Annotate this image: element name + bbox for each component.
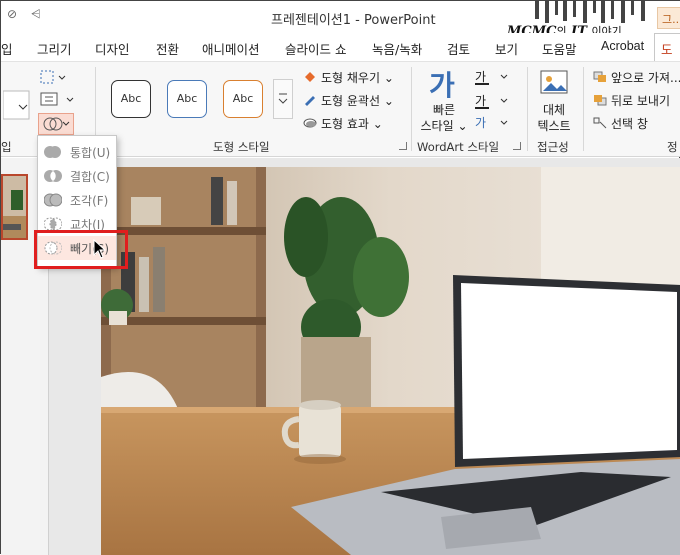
merge-union-item[interactable]: 통합(U) [38, 140, 116, 164]
slide-thumbnail[interactable] [1, 174, 28, 240]
shape-style-blue[interactable]: Abc [167, 80, 207, 118]
ribbon-tabs: 입 그리기 디자인 전환 애니메이션 슬라이드 쇼 녹음/녹화 검토 보기 도움… [1, 33, 680, 61]
tab-view[interactable]: 보기 [495, 39, 518, 58]
wordart-launcher[interactable] [513, 142, 521, 150]
alt-text-icon[interactable] [539, 69, 571, 99]
tab-shape-format[interactable]: 도 [654, 33, 680, 61]
shape-effects-icon [303, 118, 317, 128]
mouse-cursor-icon [93, 239, 107, 259]
svg-text:가: 가 [475, 94, 486, 108]
slide-thumbnail-image [3, 176, 26, 238]
pen-icon [305, 96, 315, 106]
send-backward-button[interactable]: 뒤로 보내기 [593, 92, 670, 109]
combine-icon [44, 170, 62, 182]
group-label-arrange: 정 [667, 140, 678, 154]
group-label-insert-shapes: 입 [1, 140, 12, 154]
shape-outline-button[interactable]: 도형 윤곽선 ⌄ [303, 92, 394, 109]
contextual-tab-header[interactable]: 그... [657, 7, 680, 29]
text-format-icons[interactable]: 가 가 가 [473, 69, 513, 133]
group-separator [583, 67, 584, 151]
group-separator [411, 67, 412, 151]
merge-combine-item[interactable]: 결합(C) [38, 164, 116, 188]
shape-effects-button[interactable]: 도형 효과 ⌄ [303, 115, 383, 132]
selection-pane-icon [593, 117, 607, 129]
union-icon [44, 146, 61, 158]
slide-canvas[interactable] [101, 167, 680, 555]
tab-insert[interactable]: 입 [1, 39, 13, 58]
tab-transitions[interactable]: 전환 [156, 39, 179, 58]
tab-acrobat[interactable]: Acrobat [601, 39, 644, 53]
merge-shapes-icon [43, 117, 70, 131]
wordart-quick-styles-label[interactable]: 빠른 스타일 ⌄ [417, 102, 471, 134]
slide-photo-laptop-desk [101, 167, 680, 555]
merge-fragment-item[interactable]: 조각(F) [38, 188, 116, 212]
send-backward-icon [594, 95, 607, 106]
group-label-accessibility: 접근성 [537, 140, 569, 154]
group-label-wordart: WordArt 스타일 [417, 140, 500, 154]
group-label-shape-styles: 도형 스타일 [213, 140, 270, 154]
bring-forward-icon [593, 71, 606, 82]
paint-bucket-icon [305, 72, 315, 82]
tab-design[interactable]: 디자인 [95, 39, 130, 58]
wordart-quick-styles-icon[interactable]: 가 [427, 67, 461, 101]
tab-recording[interactable]: 녹음/녹화 [372, 39, 422, 58]
svg-text:가: 가 [429, 69, 455, 101]
window-title: 프레젠테이션1 - PowerPoint [271, 13, 436, 28]
shape-style-dark[interactable]: Abc [111, 80, 151, 118]
fragment-icon [44, 193, 62, 207]
group-separator [527, 67, 528, 151]
tab-draw[interactable]: 그리기 [37, 39, 72, 58]
selection-pane-button[interactable]: 선택 창 [593, 115, 648, 132]
subtract-highlight-box [34, 230, 128, 269]
svg-text:가: 가 [475, 70, 486, 84]
tab-slideshow[interactable]: 슬라이드 쇼 [285, 39, 346, 58]
text-box-icon[interactable] [39, 91, 79, 109]
svg-text:가: 가 [475, 116, 486, 130]
shape-fill-button[interactable]: 도형 채우기 ⌄ [303, 69, 394, 86]
edit-shape-icon[interactable] [39, 69, 69, 87]
tab-help[interactable]: 도움말 [542, 39, 577, 58]
autosave-icon[interactable]: ⊘ [7, 7, 17, 21]
shape-gallery-partial-icon[interactable] [3, 69, 33, 129]
merge-shapes-button[interactable] [38, 113, 74, 135]
shape-style-gallery-more-button[interactable] [273, 79, 293, 119]
alt-text-button[interactable]: 대체 텍스트 [531, 102, 577, 134]
tab-animations[interactable]: 애니메이션 [202, 39, 260, 58]
customize-quick-access-icon[interactable]: ⩤ [31, 7, 41, 22]
shape-style-orange[interactable]: Abc [223, 80, 263, 118]
shape-styles-launcher[interactable] [399, 142, 407, 150]
tab-review[interactable]: 검토 [447, 39, 470, 58]
gallery-more-icon [278, 93, 288, 104]
bring-forward-button[interactable]: 앞으로 가져... [593, 69, 680, 86]
